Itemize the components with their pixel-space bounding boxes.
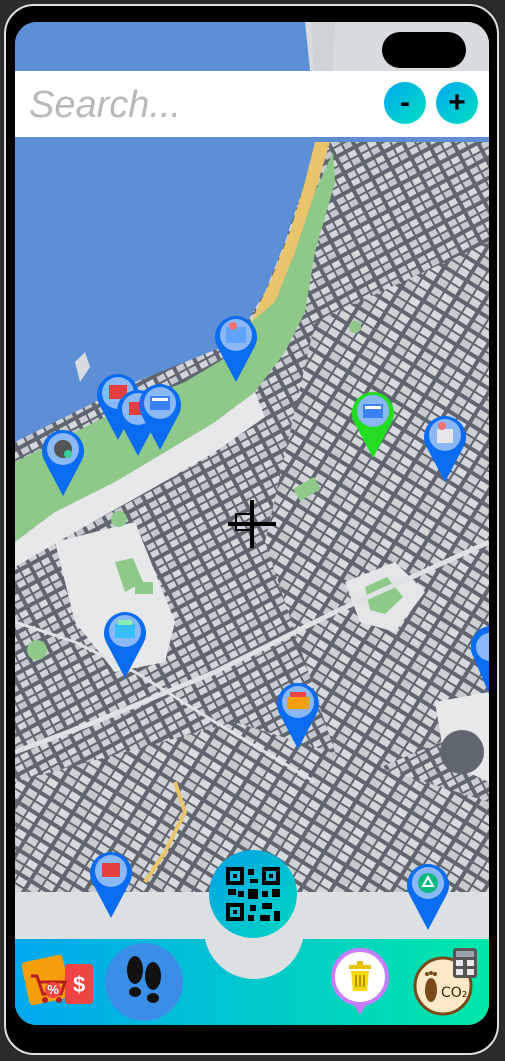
pin-bin[interactable]: [422, 412, 468, 484]
front-camera: [382, 32, 466, 68]
coupon-dollar-label: $: [73, 972, 86, 997]
coupon-percent-label: %: [45, 982, 61, 998]
waste-button[interactable]: [331, 947, 389, 1017]
steps-tracker-button[interactable]: [105, 943, 183, 1021]
pin-bags[interactable]: [102, 608, 148, 680]
search-bar: - +: [15, 71, 489, 137]
co2-label: CO₂: [441, 985, 468, 1001]
pin-electronics[interactable]: [213, 312, 259, 384]
zoom-in-label: +: [448, 86, 466, 119]
pin-battery[interactable]: [275, 679, 321, 751]
qr-code-icon: [226, 867, 280, 921]
footsteps-icon: [127, 956, 161, 1003]
trash-bin-icon: [331, 948, 389, 1015]
zoom-out-button[interactable]: -: [384, 82, 426, 124]
crosshair-icon: [228, 500, 276, 548]
pin-clothing[interactable]: [88, 848, 134, 920]
zoom-out-label: -: [400, 86, 410, 119]
footprint-calculator-icon: [413, 948, 477, 1016]
pin-edge[interactable]: [470, 624, 489, 696]
shopping-cart-coupon-icon: [21, 954, 93, 1006]
zoom-in-button[interactable]: +: [436, 82, 478, 124]
search-input[interactable]: [27, 81, 371, 129]
pin-recycle[interactable]: [405, 860, 451, 932]
pin-selected[interactable]: [350, 388, 396, 460]
pin-recycling-bin[interactable]: [40, 426, 86, 498]
carbon-footprint-calculator-button[interactable]: CO₂: [413, 944, 481, 1016]
shop-coupons-button[interactable]: $ %: [21, 952, 97, 1012]
app-screen: - +: [15, 22, 489, 1025]
qr-scan-button[interactable]: [209, 850, 297, 938]
pin-paper[interactable]: [137, 380, 183, 452]
